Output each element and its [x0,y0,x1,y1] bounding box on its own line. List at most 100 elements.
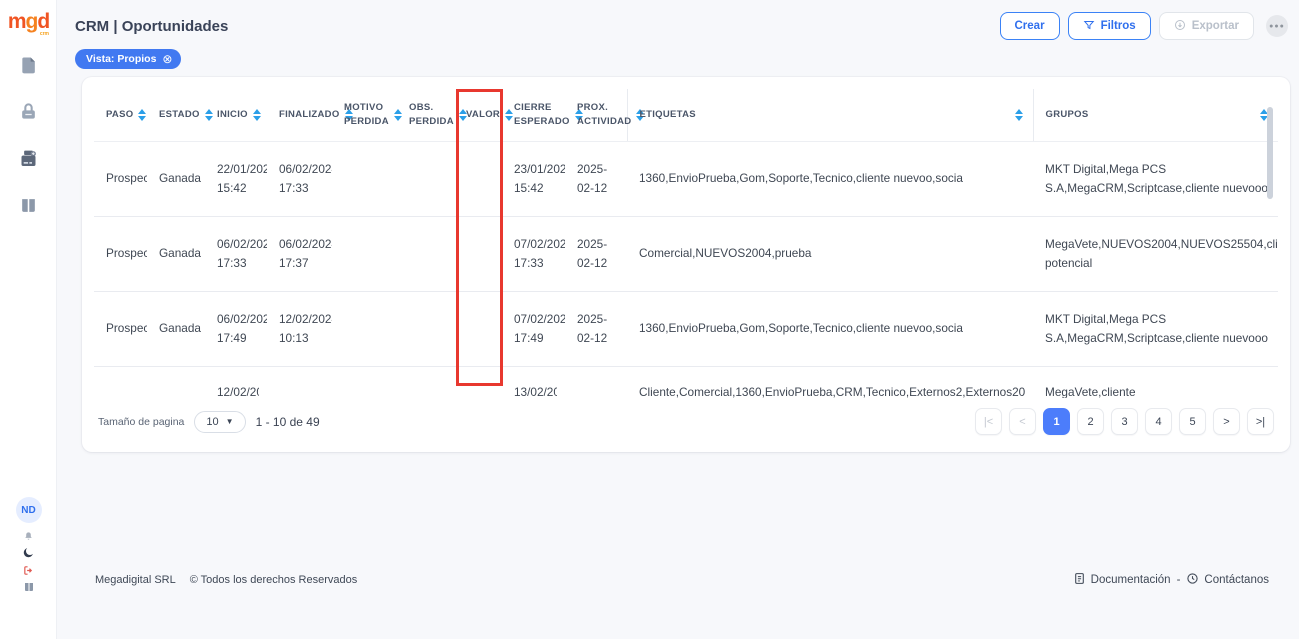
column-label: ESTADO [159,108,200,120]
notifications-button[interactable] [21,531,37,544]
footer: Megadigital SRL © Todos los derechos Res… [57,572,1299,588]
page-size-value: 10 [206,415,219,428]
sidebar-item-security[interactable] [18,103,40,125]
cell-finalizado: 06/02/2024, 17:37 [279,237,332,270]
sort-arrows-icon[interactable] [1014,108,1023,121]
footer-rights: © Todos los derechos Reservados [189,574,358,586]
page-button-1[interactable]: 1 [1043,408,1070,435]
docs-button[interactable] [21,582,37,595]
filtros-button[interactable]: Filtros [1067,12,1151,40]
filtros-button-label: Filtros [1100,20,1136,32]
crear-button[interactable]: Crear [999,12,1060,40]
cell-etiquetas: 1360,EnvioPrueba,Gom,Soporte,Tecnico,cli… [639,171,963,186]
column-header-grupos[interactable]: GRUPOS [1033,89,1278,142]
contact-link[interactable]: Contáctanos [1186,572,1269,588]
filter-funnel-icon [1083,19,1095,34]
cell-finalizado: 12/02/2024, 10:13 [279,312,332,345]
table-row[interactable]: Prospecto Ganada 06/02/2024, 17:49 12/02/20… [94,291,1278,366]
filter-chip-vista-propios[interactable]: Vista: Propios ⊗ [75,49,182,69]
page-button-5[interactable]: 5 [1179,408,1206,435]
first-page-button[interactable]: |< [975,408,1002,435]
filter-chip-label: Vista: Propios [86,53,157,65]
sidebar-item-documents[interactable] [18,56,40,78]
table-row[interactable]: 12/02/2024, 13/02/2024, Cliente,Comercial,… [94,366,1278,399]
cell-paso: Prospecto [106,321,147,336]
cell-obs-perdida [397,141,454,216]
table-row[interactable]: Prospecto Ganada 06/02/2024, 17:33 06/02/20… [94,216,1278,291]
column-header-finalizado[interactable]: FINALIZADO [267,89,353,142]
moon-icon [22,546,35,564]
exportar-button[interactable]: Exportar [1158,12,1254,40]
cell-valor [454,366,502,398]
contact-link-label: Contáctanos [1204,574,1269,586]
page-button-2[interactable]: 2 [1077,408,1104,435]
cell-obs-perdida [397,366,454,398]
cell-motivo-perdida [332,366,397,398]
next-page-button[interactable]: > [1213,408,1240,435]
cell-prox-actividad: 2025-02-12 [577,312,608,345]
documentation-link[interactable]: Documentación [1073,572,1171,588]
more-options-button[interactable]: ●●● [1266,15,1288,37]
page-button-4[interactable]: 4 [1145,408,1172,435]
column-header-etiquetas[interactable]: ETIQUETAS [626,89,1034,142]
row-range-label: 1 - 10 de 49 [255,414,320,429]
cell-estado [147,366,205,398]
column-header-obs-perdida[interactable]: OBS. PERDIDA [397,89,467,142]
column-label: ETIQUETAS [639,108,696,120]
logout-button[interactable] [21,565,37,578]
document-icon [1073,572,1086,588]
crear-button-label: Crear [1014,20,1045,32]
cell-paso: Prospecto [106,246,147,261]
chevron-down-icon: ▼ [225,417,234,426]
sort-arrows-icon[interactable] [204,108,213,121]
sidebar-item-library[interactable] [18,197,40,219]
last-page-button[interactable]: >| [1247,408,1274,435]
chip-close-icon[interactable]: ⊗ [162,53,172,65]
logout-icon [23,563,34,581]
vertical-scrollbar[interactable] [1267,107,1273,199]
column-header-inicio[interactable]: INICIO [205,89,267,142]
cell-etiquetas: Comercial,NUEVOS2004,prueba [639,246,812,261]
page-title: CRM | Oportunidades [75,17,229,35]
cell-inicio: 06/02/2024, 17:33 [217,237,267,270]
column-header-estado[interactable]: ESTADO [147,89,213,142]
pagination-bar: Tamaño de pagina 10 ▼ 1 - 10 de 49 |< <1 2… [94,408,1278,435]
book-icon [19,196,38,220]
sort-arrows-icon[interactable] [393,108,402,121]
column-label: CIERRE ESPERADO [514,101,570,127]
column-label: PROX. ACTIVIDAD [577,101,632,127]
column-label: MOTIVO PERDIDA [344,101,389,127]
main-content: CRM | Oportunidades Crear Filtros Export… [57,0,1299,639]
column-header-paso[interactable]: PASO [94,89,147,142]
cell-cierre-esperado: 23/01/2024, 15:42 [514,162,565,195]
cell-motivo-perdida [332,291,397,366]
sort-arrows-icon[interactable] [505,108,514,121]
cell-motivo-perdida [332,141,397,216]
dark-mode-toggle[interactable] [21,546,37,564]
page-button-3[interactable]: 3 [1111,408,1138,435]
column-header-motivo-perdida[interactable]: MOTIVO PERDIDA [332,89,402,142]
cell-inicio: 22/01/2024, 15:42 [217,162,267,195]
app-logo[interactable]: mgd crm [0,10,57,37]
book-icon [23,580,35,598]
cell-paso [94,366,147,398]
cell-valor [454,291,502,366]
sort-arrows-icon[interactable] [138,108,147,121]
user-avatar[interactable]: ND [15,497,42,523]
exportar-button-label: Exportar [1191,20,1239,32]
cell-grupos: MKT Digital,Mega PCS S.A,MegaCRM,Scriptc… [1045,312,1268,345]
cell-prox-actividad: 2025-02-12 [577,237,608,270]
table-row[interactable]: Prospecto Ganada 22/01/2024, 15:42 06/02/20… [94,141,1278,216]
sidebar-item-pos[interactable] [18,150,40,172]
cell-valor [454,216,502,291]
sort-arrows-icon[interactable] [252,108,261,121]
opportunities-table: PASO ESTADO INICIO FINALIZADO MOTIVO PERDIDA… [94,89,1278,398]
column-label: INICIO [217,108,248,120]
bell-icon [23,529,34,547]
opportunities-table-card: PASO ESTADO INICIO FINALIZADO MOTIVO PERDIDA… [82,77,1290,452]
previous-page-button[interactable]: < [1009,408,1036,435]
column-label: PASO [106,108,134,120]
column-label: OBS. PERDIDA [409,101,454,127]
export-download-icon [1174,19,1186,34]
page-size-select[interactable]: 10 ▼ [194,410,246,433]
